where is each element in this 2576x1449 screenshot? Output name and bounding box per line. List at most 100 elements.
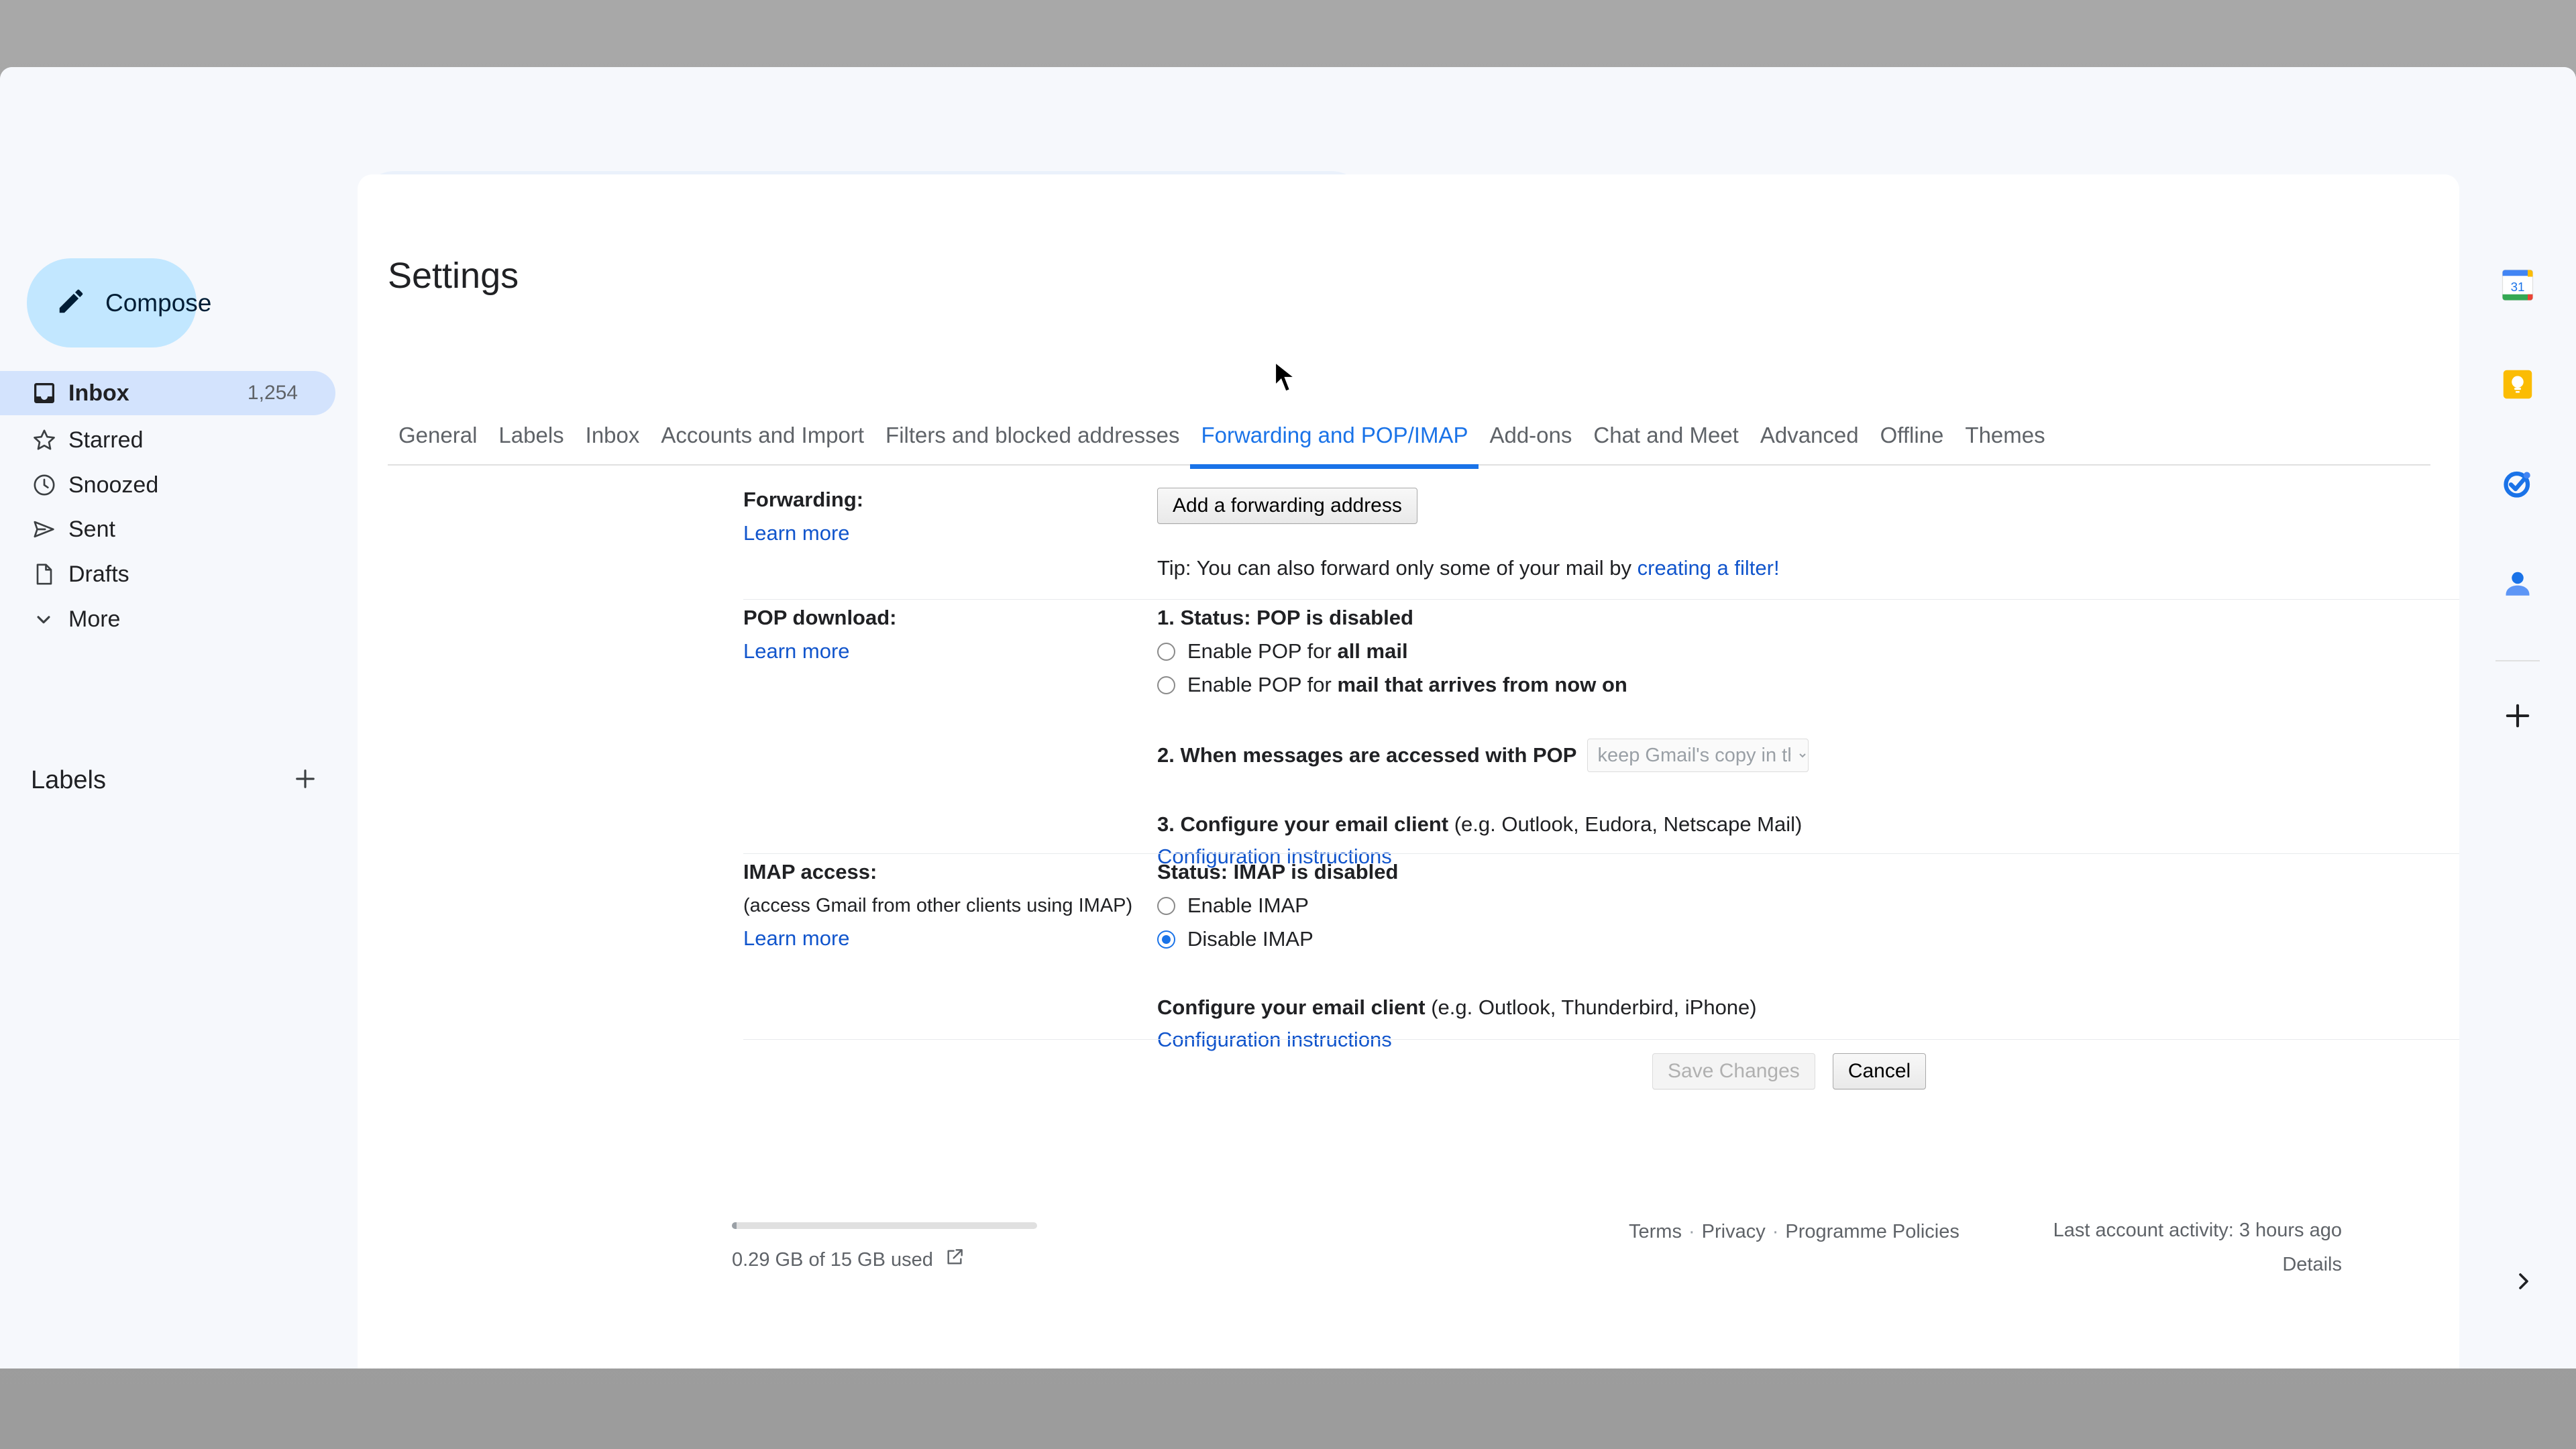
tab-themes[interactable]: Themes [1954,423,2055,464]
tab-chat-and-meet[interactable]: Chat and Meet [1582,423,1749,464]
pop-step2-row: 2. When messages are accessed with POP k… [1157,739,2459,772]
svg-text:31: 31 [2511,280,2525,294]
add-app-plus-icon[interactable] [2481,679,2555,753]
google-tasks-icon[interactable] [2481,447,2555,521]
inbox-unread-count: 1,254 [247,382,298,404]
tab-general[interactable]: General [388,423,488,464]
app-header [0,67,2576,174]
divider [743,599,2459,600]
programme-policies-link[interactable]: Programme Policies [1785,1221,1959,1243]
storage-progress-fill [732,1222,737,1229]
inbox-icon [31,380,68,407]
pop-enable-from-now-label: Enable POP for mail that arrives from no… [1187,673,1627,696]
imap-title: IMAP access: [743,860,877,883]
compose-button[interactable]: Compose [27,258,211,347]
pop-step3-examples: (e.g. Outlook, Eudora, Netscape Mail) [1448,812,1803,836]
chevron-right-icon[interactable] [2504,1261,2544,1301]
privacy-link[interactable]: Privacy [1702,1221,1766,1243]
add-forwarding-address-button[interactable]: Add a forwarding address [1157,488,1417,524]
sidebar-item-starred[interactable]: Starred [0,418,335,462]
pop-step3-label: 3. Configure your email client [1157,812,1449,836]
external-link-icon[interactable] [944,1246,965,1273]
pop-status: 1. Status: POP is disabled [1157,606,1413,629]
imap-disable-radio[interactable] [1157,930,1175,949]
footer-separator: · [1688,1221,1695,1242]
pop-access-action-select[interactable]: keep Gmail's copy in the Inbox [1587,739,1809,772]
plus-icon[interactable] [291,765,319,796]
tab-advanced[interactable]: Advanced [1750,423,1870,464]
pop-value-col: 1. Status: POP is disabled Enable POP fo… [1157,606,2459,869]
footer-separator: · [1772,1221,1779,1242]
pop-enable-all-mail-row[interactable]: Enable POP for all mail [1157,639,2459,663]
forwarding-title: Forwarding: [743,488,864,511]
right-side-panel: 31 [2459,174,2576,1368]
tab-forwarding-and-pop-imap[interactable]: Forwarding and POP/IMAP [1190,423,1479,469]
sidebar-item-inbox[interactable]: Inbox 1,254 [0,371,335,415]
sidebar-item-label: Inbox [68,380,129,406]
forwarding-tip: Tip: You can also forward only some of y… [1157,556,2459,580]
imap-value-col: Status: IMAP is disabled Enable IMAP Dis… [1157,860,2459,1052]
imap-configure-label: Configure your email client [1157,996,1426,1019]
settings-tabs: General Labels Inbox Accounts and Import… [388,423,2430,469]
imap-status: Status: IMAP is disabled [1157,860,1399,883]
clock-icon [31,472,68,498]
sidebar-item-drafts[interactable]: Drafts [0,552,335,596]
left-sidebar: Compose Inbox 1,254 Starred Snoozed Sent… [0,174,358,1368]
pop-step2-label: 2. When messages are accessed with POP [1157,743,1577,767]
star-icon [31,427,68,453]
sidebar-item-more[interactable]: More [0,597,335,641]
tab-filters-and-blocked-addresses[interactable]: Filters and blocked addresses [875,423,1190,464]
pop-label-col: POP download: Learn more [743,606,1146,663]
sidebar-item-label: Starred [68,427,144,453]
terms-link[interactable]: Terms [1629,1221,1682,1243]
imap-configuration-instructions-link[interactable]: Configuration instructions [1157,1028,2459,1052]
sidebar-item-sent[interactable]: Sent [0,507,335,551]
imap-disable-label: Disable IMAP [1187,927,1313,951]
imap-enable-radio[interactable] [1157,896,1175,915]
save-changes-button[interactable]: Save Changes [1652,1053,1815,1089]
pop-enable-all-mail-radio[interactable] [1157,642,1175,661]
forwarding-label-col: Forwarding: Learn more [743,488,1146,545]
divider [743,853,2459,854]
pencil-icon [56,286,87,320]
sidebar-item-label: More [68,606,121,632]
last-account-activity-text: Last account activity: 3 hours ago [2053,1220,2342,1241]
divider [743,1039,2459,1040]
pop-enable-from-now-radio[interactable] [1157,676,1175,694]
creating-a-filter-link[interactable]: creating a filter! [1638,556,1780,580]
sidebar-item-snoozed[interactable]: Snoozed [0,463,335,507]
google-calendar-icon[interactable]: 31 [2481,248,2555,322]
imap-configure-examples: (e.g. Outlook, Thunderbird, iPhone) [1425,996,1757,1019]
storage-usage-label: 0.29 GB of 15 GB used [732,1248,933,1271]
screen: Gmail [0,0,2576,1449]
tab-accounts-and-import[interactable]: Accounts and Import [650,423,875,464]
footer-links: Terms · Privacy · Programme Policies [1629,1221,1960,1243]
forwarding-learn-more-link[interactable]: Learn more [743,521,1146,545]
tab-inbox[interactable]: Inbox [575,423,651,464]
google-keep-icon[interactable] [2481,347,2555,421]
tab-offline[interactable]: Offline [1870,423,1955,464]
pop-title: POP download: [743,606,897,629]
imap-label-col: IMAP access: (access Gmail from other cl… [743,860,1146,951]
gmail-window: Gmail [0,67,2576,1368]
imap-enable-row[interactable]: Enable IMAP [1157,894,2459,918]
account-activity-details-link[interactable]: Details [2053,1254,2342,1276]
cancel-button[interactable]: Cancel [1832,1053,1927,1089]
google-contacts-icon[interactable] [2481,546,2555,620]
compose-label: Compose [105,288,212,317]
pop-enable-from-now-row[interactable]: Enable POP for mail that arrives from no… [1157,673,2459,697]
imap-enable-label: Enable IMAP [1187,894,1309,917]
sidebar-item-label: Sent [68,516,115,542]
forwarding-tip-text: Tip: You can also forward only some of y… [1157,556,1638,580]
forwarding-value-col: Add a forwarding address Tip: You can al… [1157,488,2459,580]
panel-divider [2496,660,2540,661]
pop-learn-more-link[interactable]: Learn more [743,639,1146,663]
page-title: Settings [388,256,519,296]
tab-labels[interactable]: Labels [488,423,574,464]
send-icon [31,516,68,543]
imap-learn-more-link[interactable]: Learn more [743,926,1146,951]
tab-add-ons[interactable]: Add-ons [1479,423,1582,464]
pop-step3-row: 3. Configure your email client (e.g. Out… [1157,812,2459,837]
imap-disable-row[interactable]: Disable IMAP [1157,927,2459,951]
imap-sublabel: (access Gmail from other clients using I… [743,895,1133,916]
